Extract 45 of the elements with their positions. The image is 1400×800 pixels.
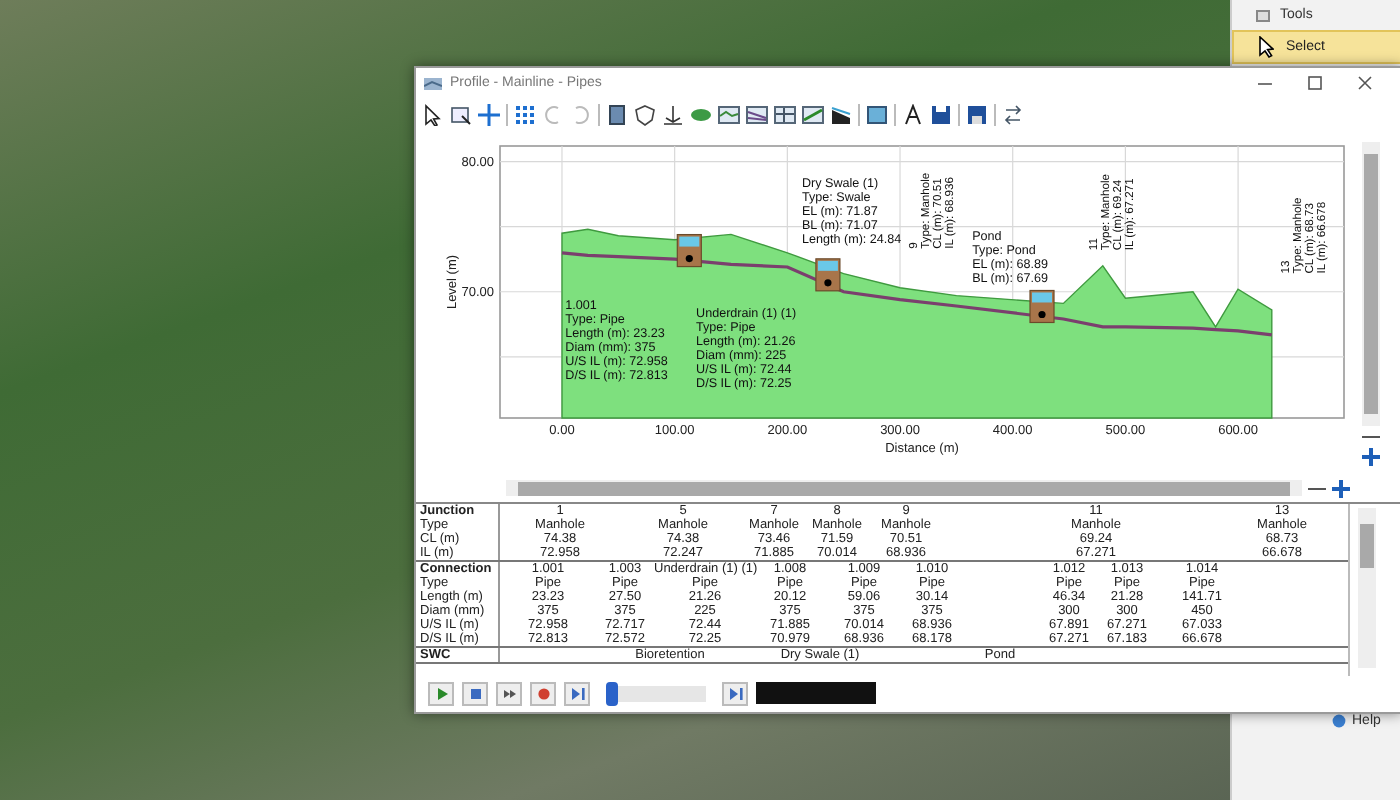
profile-icon[interactable]	[746, 103, 768, 125]
profile-icon[interactable]	[774, 103, 796, 125]
display-box	[756, 682, 876, 704]
skip-end-icon	[569, 685, 585, 701]
skip-end-button[interactable]	[564, 681, 590, 705]
zoom-out-icon[interactable]	[1361, 432, 1379, 442]
stop-button[interactable]	[462, 681, 488, 705]
horizontal-scrollbar[interactable]	[506, 480, 1302, 496]
zoom-out-icon[interactable]	[1308, 483, 1326, 493]
structure-icon	[1029, 289, 1055, 324]
record-icon	[535, 685, 551, 701]
swap-icon[interactable]	[1002, 103, 1024, 125]
playback-slider[interactable]	[606, 685, 706, 701]
save-icon[interactable]	[966, 103, 988, 125]
stop-icon	[467, 685, 483, 701]
shield-icon[interactable]	[634, 103, 656, 125]
close-icon[interactable]	[1358, 76, 1372, 90]
slider-thumb[interactable]	[606, 681, 618, 705]
crosshair-icon[interactable]	[478, 103, 500, 125]
cursor-icon	[1258, 36, 1274, 58]
zoom-window-icon[interactable]	[450, 103, 472, 125]
structure-icon	[815, 258, 841, 292]
zoom-in-icon[interactable]	[1361, 448, 1379, 466]
pointer-icon[interactable]	[422, 103, 444, 125]
save-icon[interactable]	[930, 103, 952, 125]
step-button[interactable]	[496, 681, 522, 705]
vertical-scrollbar[interactable]	[1361, 142, 1379, 426]
record-button[interactable]	[530, 681, 556, 705]
image-icon[interactable]	[866, 103, 888, 125]
skip-end-icon	[727, 685, 743, 701]
help-icon	[1332, 714, 1346, 728]
skip-end-button[interactable]	[722, 681, 748, 705]
play-icon	[433, 685, 449, 701]
grid-icon[interactable]	[514, 103, 536, 125]
book-icon[interactable]	[606, 103, 628, 125]
maximize-icon[interactable]	[1308, 76, 1322, 90]
window-icon	[424, 76, 442, 90]
vertical-scrollbar[interactable]	[1358, 508, 1376, 668]
structure-icon	[676, 234, 702, 268]
play-button[interactable]	[428, 681, 454, 705]
step-icon	[501, 685, 517, 701]
toolbox-icon	[1256, 7, 1270, 21]
zoom-in-icon[interactable]	[1332, 479, 1350, 497]
text-icon[interactable]	[902, 103, 924, 125]
profile-icon[interactable]	[830, 103, 852, 125]
